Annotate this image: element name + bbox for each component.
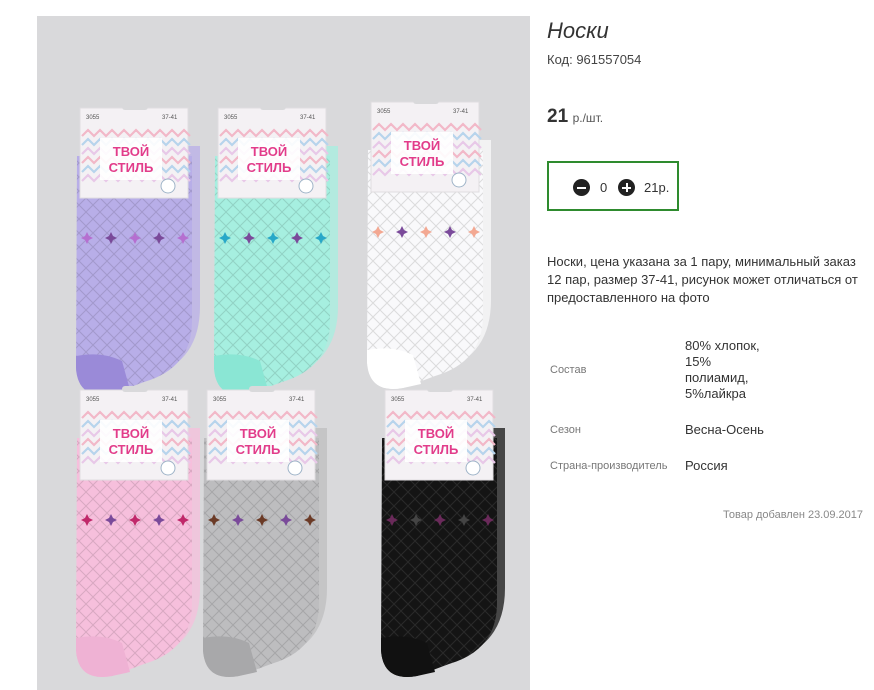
card-logo: [465, 460, 481, 476]
card-logo: [160, 178, 176, 194]
price-unit: р./шт.: [572, 111, 604, 125]
price-value: 21: [547, 106, 569, 127]
product-title: Носки: [547, 18, 609, 43]
card-article: 3055: [86, 397, 100, 403]
sock-pair: 3055 37-41 ТВОЙСТИЛЬ: [214, 104, 338, 395]
card-logo: [451, 172, 467, 188]
property-key: Состав: [550, 364, 587, 376]
card-size: 37-41: [300, 115, 316, 121]
socks-image: 3055 37-41ТВОЙСТИЛЬ3055 37-41ТВОЙСТИЛЬ3055…: [76, 98, 505, 677]
card-size: 37-41: [289, 397, 305, 403]
brand-line1: ТВОЙ: [418, 426, 454, 441]
property-row: Состав 80% хлопок, 15% полиамид, 5%лайкр…: [547, 328, 765, 412]
sock-pair: 3055 37-41 ТВОЙСТИЛЬ: [76, 386, 200, 677]
card-logo: [160, 460, 176, 476]
property-value: Весна-Осень: [685, 422, 764, 437]
plus-icon[interactable]: [618, 179, 635, 196]
sock-pair: 3055 37-41 ТВОЙСТИЛЬ: [381, 386, 505, 677]
brand-line1: ТВОЙ: [251, 144, 287, 159]
card-size: 37-41: [467, 397, 483, 403]
card-size: 37-41: [162, 397, 178, 403]
brand-line2: СТИЛЬ: [109, 442, 154, 457]
brand-line2: СТИЛЬ: [236, 442, 281, 457]
card-article: 3055: [213, 397, 227, 403]
card-size: 37-41: [162, 115, 178, 121]
product-price: 21 р./шт.: [547, 106, 603, 128]
product-description: Носки, цена указана за 1 пару, минимальн…: [547, 254, 858, 305]
sock-pair: 3055 37-41 ТВОЙСТИЛЬ: [76, 104, 200, 395]
brand-line2: СТИЛЬ: [414, 442, 459, 457]
product-code: Код: 961557054: [547, 52, 642, 67]
card-hole: [260, 104, 286, 110]
card-size: 37-41: [453, 109, 469, 115]
card-article: 3055: [391, 397, 405, 403]
brand-line1: ТВОЙ: [113, 144, 149, 159]
card-article: 3055: [224, 115, 238, 121]
brand-line2: СТИЛЬ: [247, 160, 292, 175]
card-article: 3055: [86, 115, 100, 121]
date-added: Товар добавлен 23.09.2017: [723, 509, 864, 521]
property-key: Сезон: [550, 424, 581, 436]
card-hole: [427, 386, 453, 392]
sock-pair: 3055 37-41 ТВОЙСТИЛЬ: [367, 98, 491, 389]
quantity-selector: 0 21р.: [547, 161, 679, 211]
property-value: Россия: [685, 458, 728, 473]
brand-line1: ТВОЙ: [113, 426, 149, 441]
card-hole: [122, 386, 148, 392]
property-value: 80% хлопок, 15% полиамид, 5%лайкра: [685, 338, 760, 401]
property-row: Сезон Весна-Осень: [547, 412, 765, 448]
card-article: 3055: [377, 109, 391, 115]
quantity-value: 0: [600, 180, 608, 195]
card-hole: [413, 98, 439, 104]
property-row: Страна-производитель Россия: [547, 448, 765, 484]
sock-pair: 3055 37-41 ТВОЙСТИЛЬ: [203, 386, 327, 677]
minus-icon[interactable]: [573, 179, 590, 196]
card-logo: [298, 178, 314, 194]
brand-line2: СТИЛЬ: [109, 160, 154, 175]
product-photo: 3055 37-41 ТВОЙ СТИЛЬ 3055 37-41 ТВОЙ СТИЛЬ 3055…: [37, 16, 530, 690]
quantity-sum: 21р.: [644, 180, 670, 195]
property-key: Страна-производитель: [550, 460, 668, 472]
brand-line1: ТВОЙ: [404, 138, 440, 153]
card-logo: [287, 460, 303, 476]
brand-line2: СТИЛЬ: [400, 154, 445, 169]
card-hole: [122, 104, 148, 110]
card-hole: [249, 386, 275, 392]
brand-line1: ТВОЙ: [240, 426, 276, 441]
product-properties: Состав 80% хлопок, 15% полиамид, 5%лайкр…: [547, 328, 765, 484]
